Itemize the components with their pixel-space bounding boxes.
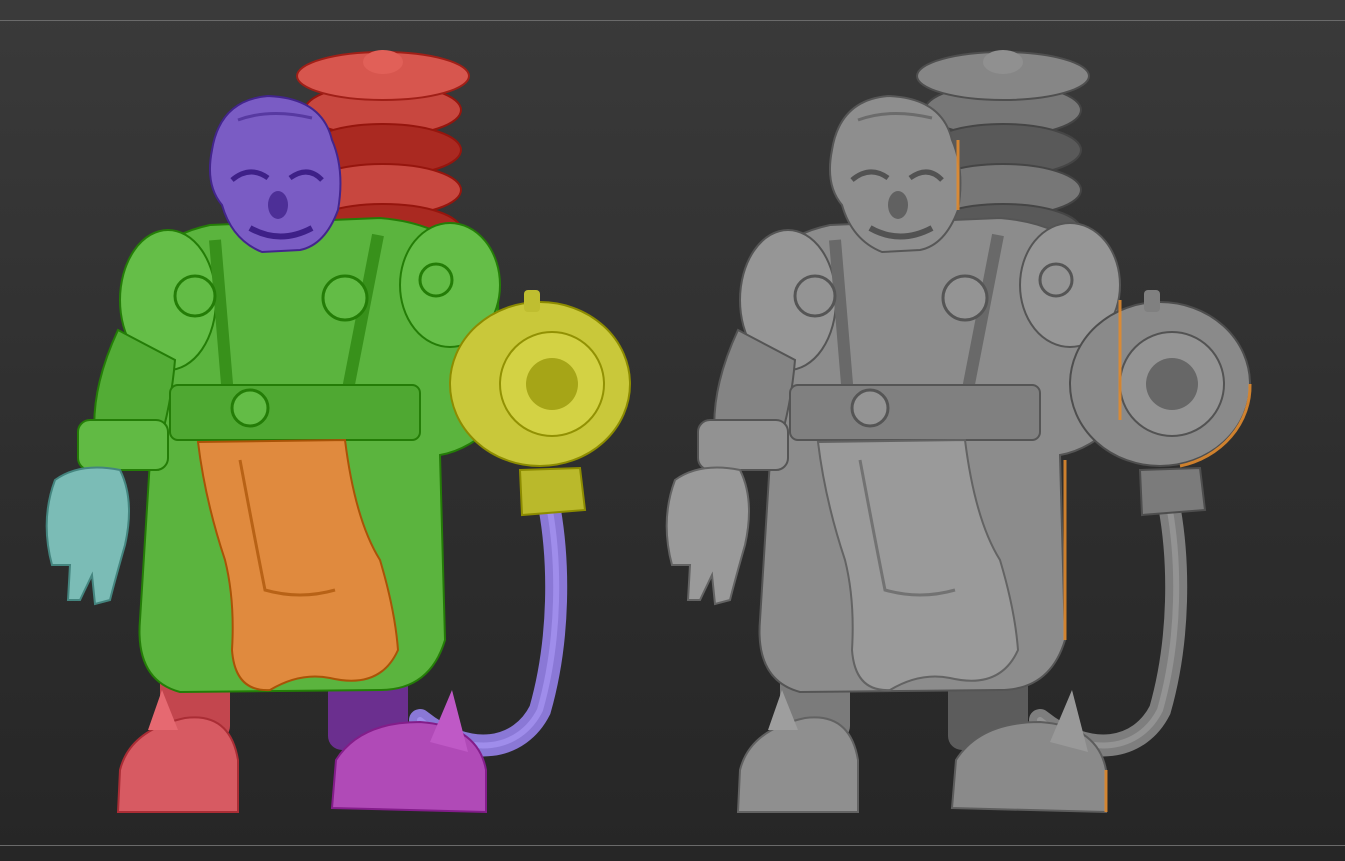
nozzle-pin (1144, 290, 1160, 312)
chest-disc-left (173, 274, 217, 318)
nose (888, 191, 908, 219)
belt-buckle (230, 388, 270, 428)
shoulder-disc (418, 262, 454, 298)
left-boot (736, 716, 859, 813)
shoulder-disc (1038, 262, 1074, 298)
left-cuff (697, 419, 789, 471)
nozzle-bore (526, 358, 578, 410)
tank-cap (983, 50, 1023, 74)
left-boot (116, 716, 239, 813)
left-cuff (77, 419, 169, 471)
left-hand (45, 466, 130, 606)
chest-disc-left (793, 274, 837, 318)
belt-buckle (850, 388, 890, 428)
tank-cap (363, 50, 403, 74)
left-hand (665, 466, 750, 606)
chest-disc-right (941, 274, 989, 322)
nose (268, 191, 288, 219)
nozzle-pin (524, 290, 540, 312)
bottom-frame-line (0, 845, 1345, 846)
polygroup-figure (45, 50, 631, 814)
render-stage (0, 21, 1345, 845)
belt (789, 384, 1041, 441)
clay-figure (665, 50, 1252, 814)
nozzle-grip (518, 466, 587, 517)
chest-disc-right (321, 274, 369, 322)
nozzle-bore (1146, 358, 1198, 410)
belt (169, 384, 421, 441)
nozzle-grip (1138, 466, 1207, 517)
sculpt-render-canvas (45, 50, 1252, 814)
